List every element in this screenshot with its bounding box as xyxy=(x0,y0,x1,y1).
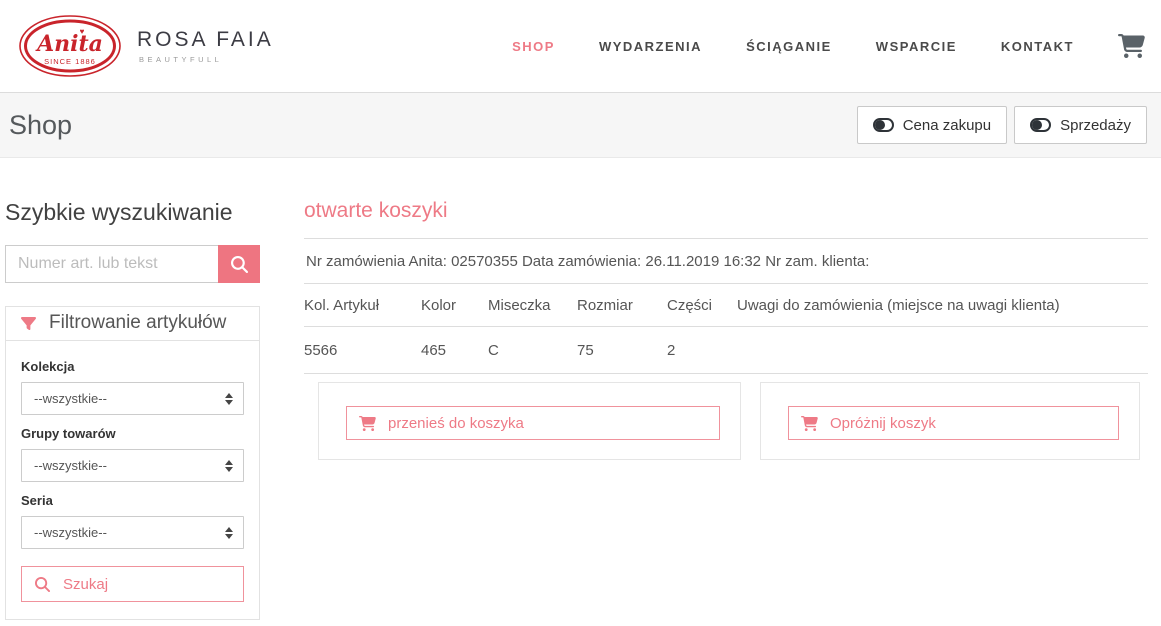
basket-table: Kol. Artykuł Kolor Miseczka Rozmiar Częś… xyxy=(304,283,1148,374)
logo-heart: ♥ xyxy=(80,27,85,36)
nav-item-wydarzenia[interactable]: WYDARZENIA xyxy=(599,39,702,54)
oproznij-label: Opróżnij koszyk xyxy=(830,415,936,432)
cart-icon xyxy=(359,416,376,431)
grupy-towarow-select[interactable]: --wszystkie-- xyxy=(21,449,244,482)
brand-block[interactable]: Anita ♥ SINCE 1886 ROSA FAIA BEAUTYFULL xyxy=(18,14,274,78)
cart-button[interactable] xyxy=(1118,34,1145,58)
toggle-icon xyxy=(1030,118,1051,132)
logo-text: Anita xyxy=(35,31,103,57)
szukaj-button[interactable]: Szukaj xyxy=(21,566,244,602)
main-panel: otwarte koszyki Nr zamówienia Anita: 025… xyxy=(304,199,1148,620)
open-baskets-title: otwarte koszyki xyxy=(304,199,1148,223)
quick-search-input[interactable] xyxy=(5,245,218,283)
select-spinner-icon xyxy=(225,460,233,472)
kolekcja-label: Kolekcja xyxy=(21,359,244,374)
przenies-label: przenieś do koszyka xyxy=(388,415,524,432)
cena-zakupu-label: Cena zakupu xyxy=(903,117,991,134)
col-header-czesci: Części xyxy=(667,284,737,327)
filter-panel-body: Kolekcja --wszystkie-- Grupy towarów --w… xyxy=(6,341,259,619)
table-header-row: Kol. Artykuł Kolor Miseczka Rozmiar Częś… xyxy=(304,284,1148,327)
cell-rozmiar: 75 xyxy=(577,327,667,374)
col-header-artykul: Kol. Artykuł xyxy=(304,284,421,327)
col-header-kolor: Kolor xyxy=(421,284,488,327)
price-toggle-group: Cena zakupu Sprzedaży xyxy=(857,106,1147,144)
kolekcja-select-value: --wszystkie-- xyxy=(34,391,107,406)
cart-icon xyxy=(801,416,818,431)
action-box: Opróżnij koszyk xyxy=(760,382,1140,460)
content-area: Szybkie wyszukiwanie Filtrowanie artykuł… xyxy=(0,158,1161,620)
select-spinner-icon xyxy=(225,527,233,539)
col-header-miseczka: Miseczka xyxy=(488,284,577,327)
seria-select-value: --wszystkie-- xyxy=(34,525,107,540)
quick-search-title: Szybkie wyszukiwanie xyxy=(5,199,260,226)
rosa-faia-name: ROSA FAIA xyxy=(137,28,274,52)
filter-panel: Filtrowanie artykułów Kolekcja --wszystk… xyxy=(5,306,260,620)
page-title-band: Shop Cena zakupu Sprzedaży xyxy=(0,92,1161,158)
toggle-icon xyxy=(873,118,894,132)
seria-label: Seria xyxy=(21,493,244,508)
seria-select[interactable]: --wszystkie-- xyxy=(21,516,244,549)
action-box: przenieś do koszyka xyxy=(318,382,741,460)
nav-item-shop[interactable]: SHOP xyxy=(512,39,555,54)
funnel-icon xyxy=(21,316,36,331)
sprzedazy-label: Sprzedaży xyxy=(1060,117,1131,134)
sidebar: Szybkie wyszukiwanie Filtrowanie artykuł… xyxy=(5,199,260,620)
main-navigation: SHOP WYDARZENIA ŚCIĄGANIE WSPARCIE KONTA… xyxy=(512,34,1145,58)
cell-artykul: 5566 xyxy=(304,327,421,374)
top-bar: Anita ♥ SINCE 1886 ROSA FAIA BEAUTYFULL … xyxy=(0,0,1161,92)
cena-zakupu-toggle-button[interactable]: Cena zakupu xyxy=(857,106,1007,144)
filter-panel-title: Filtrowanie artykułów xyxy=(49,312,226,334)
sprzedazy-toggle-button[interactable]: Sprzedaży xyxy=(1014,106,1147,144)
rosa-faia-tagline: BEAUTYFULL xyxy=(137,55,274,64)
select-spinner-icon xyxy=(225,393,233,405)
page-title: Shop xyxy=(9,110,72,141)
magnifier-icon xyxy=(231,256,248,273)
nav-item-kontakt[interactable]: KONTAKT xyxy=(1001,39,1074,54)
grupy-towarow-select-value: --wszystkie-- xyxy=(34,458,107,473)
przenies-do-koszyka-button[interactable]: przenieś do koszyka xyxy=(346,406,720,440)
anita-logo: Anita ♥ SINCE 1886 xyxy=(18,14,122,78)
cell-czesci: 2 xyxy=(667,327,737,374)
cell-miseczka: C xyxy=(488,327,577,374)
logo-subtext: SINCE 1886 xyxy=(44,57,96,66)
col-header-uwagi: Uwagi do zamówienia (miejsce na uwagi kl… xyxy=(737,284,1148,327)
quick-search-button[interactable] xyxy=(218,245,260,283)
kolekcja-select[interactable]: --wszystkie-- xyxy=(21,382,244,415)
nav-item-wsparcie[interactable]: WSPARCIE xyxy=(876,39,957,54)
grupy-towarow-label: Grupy towarów xyxy=(21,426,244,441)
oproznij-koszyk-button[interactable]: Opróżnij koszyk xyxy=(788,406,1119,440)
filter-panel-header: Filtrowanie artykułów xyxy=(6,307,259,341)
cell-kolor: 465 xyxy=(421,327,488,374)
szukaj-button-label: Szukaj xyxy=(63,576,108,593)
cell-uwagi xyxy=(737,327,1148,374)
shopping-cart-icon xyxy=(1118,34,1145,58)
nav-item-sciaganie[interactable]: ŚCIĄGANIE xyxy=(746,39,832,54)
table-row: 5566 465 C 75 2 xyxy=(304,327,1148,374)
rosa-faia-block: ROSA FAIA BEAUTYFULL xyxy=(137,28,274,64)
col-header-rozmiar: Rozmiar xyxy=(577,284,667,327)
magnifier-icon xyxy=(35,577,50,592)
order-info: Nr zamówienia Anita: 02570355 Data zamów… xyxy=(304,239,1148,283)
basket-actions: przenieś do koszyka Opróżnij koszyk xyxy=(304,382,1148,460)
quick-search-row xyxy=(5,245,260,283)
